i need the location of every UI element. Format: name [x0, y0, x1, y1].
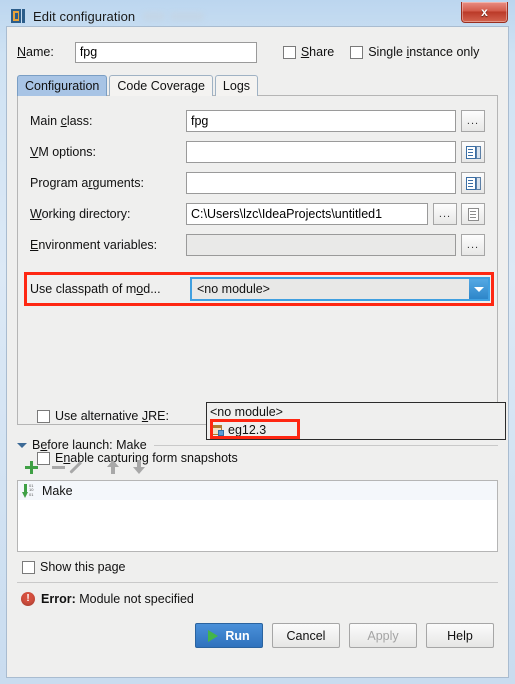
environment-variables-input[interactable]	[186, 234, 456, 256]
main-class-browse-button[interactable]: ...	[461, 110, 485, 132]
error-detail: Module not specified	[79, 592, 194, 606]
dialog-button-row: Run Cancel Apply Help	[17, 623, 498, 648]
run-button[interactable]: Run	[195, 623, 263, 648]
name-input[interactable]	[74, 41, 257, 63]
header-divider	[153, 444, 498, 446]
classpath-module-value: <no module>	[197, 282, 270, 296]
working-directory-macro-button[interactable]	[461, 203, 485, 225]
module-dropdown-popup[interactable]: <no module> eg12.3	[206, 402, 506, 440]
single-instance-checkbox[interactable]: Single instance only	[350, 45, 479, 59]
minus-icon[interactable]	[52, 465, 65, 469]
tab-logs[interactable]: Logs	[214, 75, 259, 96]
program-arguments-input[interactable]	[186, 172, 456, 194]
list-item-label: Make	[42, 483, 73, 498]
configuration-panel: Main class: ... VM options: Program argu…	[17, 95, 506, 465]
classpath-row: Use classpath of mod... <no module>	[30, 276, 492, 302]
error-icon: !	[21, 592, 35, 606]
main-class-row: Main class: ...	[30, 110, 485, 132]
error-row: ! Error: Module not specified	[17, 592, 498, 606]
environment-variables-row: Environment variables: ...	[30, 234, 485, 256]
intellij-idea-icon	[11, 8, 27, 24]
arrow-up-icon[interactable]	[107, 460, 119, 474]
title-bar[interactable]: Edit configuration x	[5, 2, 510, 28]
share-label: Share	[300, 45, 335, 59]
classpath-module-combobox[interactable]: <no module>	[190, 277, 490, 301]
vm-options-label: VM options:	[30, 145, 97, 159]
list-item[interactable]: 01 10 01 Make	[18, 481, 497, 500]
main-class-input[interactable]	[186, 110, 456, 132]
vm-options-input[interactable]	[186, 141, 456, 163]
single-instance-checkbox-box[interactable]	[350, 45, 364, 59]
show-this-page-checkbox[interactable]	[22, 560, 35, 574]
close-icon: x	[481, 5, 488, 19]
classpath-label: Use classpath of mod...	[30, 282, 161, 296]
working-directory-row: Working directory: ...	[30, 203, 485, 225]
share-checkbox[interactable]: Share	[282, 45, 335, 59]
arrow-down-icon[interactable]	[133, 460, 145, 474]
dropdown-option-highlight	[210, 419, 300, 439]
play-icon	[208, 629, 219, 642]
name-label: Name:	[17, 45, 54, 59]
before-launch-toolbar	[17, 456, 498, 478]
alternative-jre-checkbox[interactable]	[37, 409, 50, 423]
edit-configuration-dialog: Edit configuration x Name: Share Single …	[0, 0, 515, 684]
window-title: Edit configuration	[33, 8, 136, 24]
close-button[interactable]: x	[461, 2, 508, 23]
plus-icon[interactable]	[25, 460, 38, 474]
cancel-button[interactable]: Cancel	[272, 623, 340, 648]
pencil-icon[interactable]	[79, 460, 93, 474]
divider	[17, 582, 498, 583]
name-row: Name: Share Single instance only	[17, 40, 498, 64]
program-arguments-row: Program arguments:	[30, 172, 485, 194]
help-button[interactable]: Help	[426, 623, 494, 648]
ellipsis-icon: ...	[438, 208, 452, 220]
working-directory-label: Working directory:	[30, 207, 131, 221]
tab-bar: Configuration Code Coverage Logs	[17, 74, 498, 96]
ellipsis-icon: ...	[466, 115, 480, 127]
show-this-page-label: Show this page	[40, 560, 126, 574]
error-prefix: Error:	[41, 592, 76, 606]
redacted-title-suffix	[143, 11, 205, 21]
share-checkbox-box[interactable]	[282, 45, 296, 59]
form-snapshots-checkbox[interactable]	[37, 451, 50, 465]
main-class-label: Main class:	[30, 114, 93, 128]
dialog-client-area: Name: Share Single instance only Configu…	[6, 26, 509, 678]
alternative-jre-row: Use alternative JRE:	[30, 409, 169, 423]
vm-options-row: VM options:	[30, 141, 485, 163]
error-message: Error: Module not specified	[41, 592, 194, 606]
expand-editor-icon	[465, 145, 481, 159]
cancel-button-label: Cancel	[286, 628, 326, 643]
chevron-down-icon[interactable]	[469, 279, 488, 299]
alternative-jre-label: Use alternative JRE:	[55, 409, 169, 423]
program-arguments-expand-button[interactable]	[461, 172, 485, 194]
show-this-page-row[interactable]: Show this page	[17, 560, 498, 574]
tab-code-coverage[interactable]: Code Coverage	[109, 75, 213, 96]
run-button-label: Run	[225, 628, 250, 643]
vm-options-expand-button[interactable]	[461, 141, 485, 163]
make-icon: 01 10 01	[22, 483, 38, 498]
before-launch-list[interactable]: 01 10 01 Make	[17, 480, 498, 552]
help-button-label: Help	[447, 628, 473, 643]
collapse-triangle-icon[interactable]	[17, 442, 27, 448]
expand-editor-icon	[465, 176, 481, 190]
before-launch-title: Before launch: Make	[32, 438, 147, 452]
tab-configuration[interactable]: Configuration	[17, 75, 108, 96]
ellipsis-icon: ...	[466, 239, 480, 251]
single-instance-label: Single instance only	[368, 45, 480, 59]
macro-list-icon	[467, 207, 479, 221]
environment-variables-label: Environment variables:	[30, 238, 158, 252]
working-directory-input[interactable]	[186, 203, 428, 225]
apply-button: Apply	[349, 623, 417, 648]
apply-button-label: Apply	[367, 628, 399, 643]
working-directory-browse-button[interactable]: ...	[433, 203, 457, 225]
program-arguments-label: Program arguments:	[30, 176, 144, 190]
environment-variables-browse-button[interactable]: ...	[461, 234, 485, 256]
